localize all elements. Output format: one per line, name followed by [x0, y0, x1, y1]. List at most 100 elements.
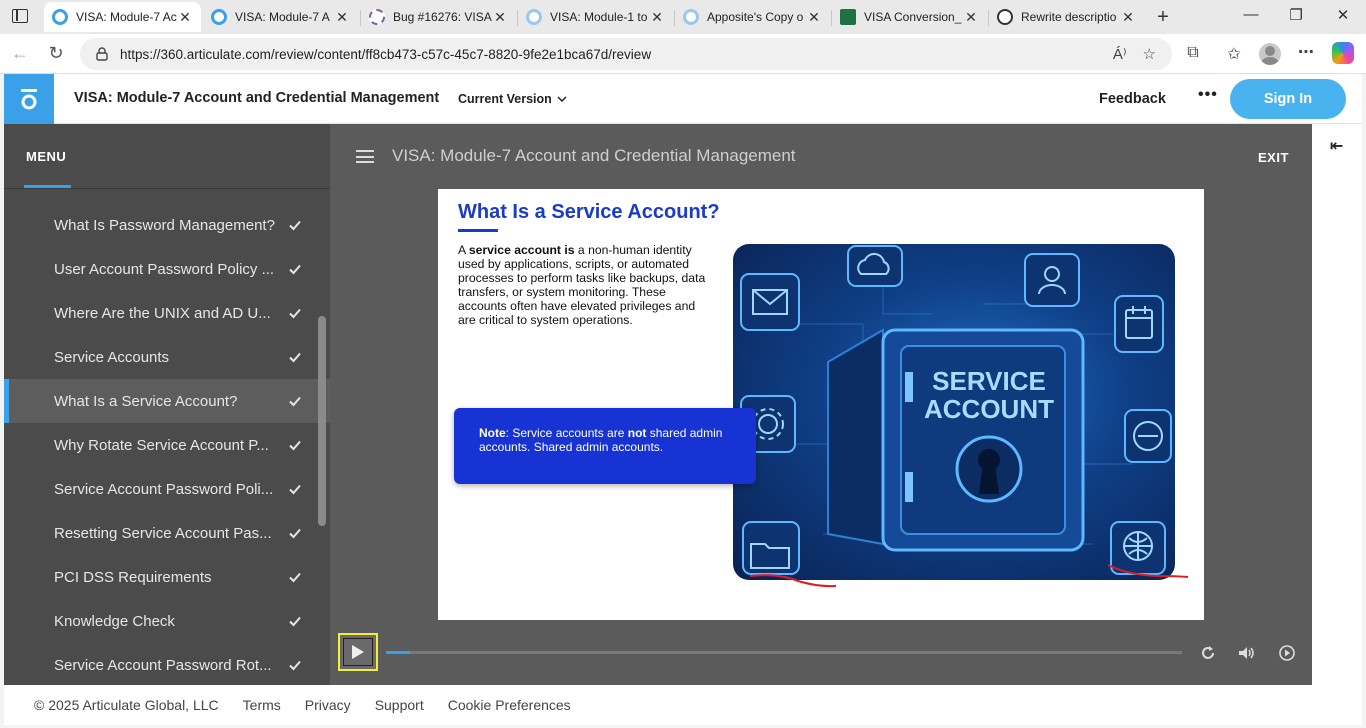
menu-item-label: PCI DSS Requirements	[54, 568, 212, 586]
copilot-icon[interactable]	[1332, 42, 1354, 64]
slide-canvas: What Is a Service Account? A service acc…	[438, 189, 1204, 620]
exit-button[interactable]: EXIT	[1258, 150, 1289, 165]
articulate-logo-icon[interactable]	[4, 74, 54, 124]
hamburger-icon[interactable]	[356, 150, 374, 163]
copyright-text: © 2025 Articulate Global, LLC	[34, 697, 219, 713]
expand-panel-icon[interactable]: ⇤	[1330, 136, 1343, 156]
read-aloud-icon[interactable]: Á⁾	[1113, 45, 1127, 63]
menu-item[interactable]: Resetting Service Account Pas...	[4, 511, 330, 555]
comments-panel-collapsed: ⇤	[1312, 124, 1362, 685]
completed-check-icon	[289, 572, 301, 583]
chevron-down-icon	[557, 96, 567, 102]
close-tab-icon[interactable]: ✕	[963, 9, 979, 26]
close-tab-icon[interactable]: ✕	[806, 9, 822, 26]
footer-link-support[interactable]: Support	[375, 697, 424, 713]
completed-check-icon	[289, 660, 301, 671]
sign-in-button[interactable]: Sign In	[1230, 79, 1346, 119]
menu-header: MENU	[4, 124, 330, 189]
menu-item[interactable]: Why Rotate Service Account P...	[4, 423, 330, 467]
tab-title: Bug #16276: VISA	[393, 10, 492, 24]
menu-item-label: Resetting Service Account Pas...	[54, 524, 272, 542]
menu-item[interactable]: Service Accounts	[4, 335, 330, 379]
completed-check-icon	[289, 440, 301, 451]
menu-item[interactable]: PCI DSS Requirements	[4, 555, 330, 599]
version-dropdown[interactable]: Current Version	[458, 92, 567, 106]
feedback-button[interactable]: Feedback	[1099, 91, 1166, 107]
menu-item[interactable]: User Account Password Policy ...	[4, 247, 330, 291]
menu-item-label: Service Account Password Rot...	[54, 656, 272, 674]
url-text: https://360.articulate.com/review/conten…	[120, 46, 652, 62]
more-options-icon[interactable]: ⋯	[1295, 42, 1317, 62]
browser-tab-5[interactable]: Apposite's Copy o ✕	[675, 2, 830, 32]
seek-bar[interactable]	[386, 651, 1182, 654]
more-menu-button[interactable]: •••	[1198, 86, 1218, 104]
tab-title: Rewrite descriptio	[1021, 10, 1117, 24]
version-label: Current Version	[458, 92, 552, 106]
footer-link-privacy[interactable]: Privacy	[305, 697, 351, 713]
completed-check-icon	[289, 220, 301, 231]
completed-check-icon	[289, 264, 301, 275]
page-footer: © 2025 Articulate Global, LLC Terms Priv…	[4, 685, 1362, 725]
excel-favicon-icon	[840, 9, 856, 25]
replay-icon[interactable]	[1199, 644, 1217, 662]
completed-check-icon	[289, 616, 301, 627]
address-bar: ← ↻ https://360.articulate.com/review/co…	[0, 34, 1366, 74]
completed-check-icon	[289, 528, 301, 539]
minimize-icon[interactable]: —	[1241, 6, 1261, 23]
tab-actions-icon[interactable]	[12, 9, 28, 23]
new-tab-icon[interactable]: +	[1153, 6, 1173, 29]
articulate-favicon-icon	[526, 9, 542, 25]
close-tab-icon[interactable]: ✕	[334, 9, 350, 26]
url-field[interactable]: https://360.articulate.com/review/conten…	[80, 38, 1172, 70]
loading-favicon-icon	[369, 9, 385, 25]
favorite-star-icon[interactable]: ☆	[1143, 45, 1156, 63]
browser-tab-3[interactable]: Bug #16276: VISA ✕	[361, 2, 516, 32]
play-button[interactable]	[338, 633, 378, 671]
course-player: MENU What Is Password Management? User Ac…	[4, 124, 1312, 685]
tab-title: VISA: Module-7 A	[235, 10, 330, 24]
profile-avatar[interactable]	[1259, 43, 1281, 65]
menu-scrollbar[interactable]	[318, 316, 326, 526]
menu-item[interactable]: What Is a Service Account?	[4, 379, 330, 423]
restore-icon[interactable]: ❐	[1286, 6, 1306, 24]
site-info-icon[interactable]	[94, 46, 110, 62]
menu-list: What Is Password Management? User Account…	[4, 203, 330, 687]
browser-tab-2[interactable]: VISA: Module-7 A ✕	[203, 2, 358, 32]
browser-tab-1[interactable]: VISA: Module-7 Ac ✕	[44, 2, 201, 32]
back-icon[interactable]: ←	[9, 43, 31, 64]
close-tab-icon[interactable]: ✕	[492, 9, 508, 26]
completed-check-icon	[289, 484, 301, 495]
browser-tab-6[interactable]: VISA Conversion_ ✕	[832, 2, 987, 32]
menu-item[interactable]: Knowledge Check	[4, 599, 330, 643]
completed-check-icon	[289, 352, 301, 363]
playback-settings-icon[interactable]	[1278, 644, 1296, 662]
chatgpt-favicon-icon	[997, 9, 1013, 25]
refresh-icon[interactable]: ↻	[45, 43, 67, 64]
footer-link-terms[interactable]: Terms	[243, 697, 281, 713]
menu-item[interactable]: What Is Password Management?	[4, 203, 330, 247]
play-icon	[352, 645, 364, 659]
browser-tab-7[interactable]: Rewrite descriptio ✕	[989, 2, 1144, 32]
course-title: VISA: Module-7 Account and Credential Ma…	[392, 146, 796, 165]
menu-item-label: Service Accounts	[54, 348, 170, 366]
tab-title: Apposite's Copy o	[707, 10, 804, 24]
menu-tab[interactable]: MENU	[26, 149, 66, 164]
footer-link-cookie-preferences[interactable]: Cookie Preferences	[448, 697, 571, 713]
menu-item-label: Knowledge Check	[54, 612, 175, 630]
close-tab-icon[interactable]: ✕	[177, 9, 193, 26]
menu-tab-indicator	[24, 185, 71, 188]
close-window-icon[interactable]: ✕	[1333, 6, 1353, 24]
close-tab-icon[interactable]: ✕	[1120, 9, 1136, 26]
volume-icon[interactable]	[1237, 644, 1255, 662]
extensions-icon[interactable]: ⧉	[1182, 44, 1204, 62]
close-tab-icon[interactable]: ✕	[649, 9, 665, 26]
menu-item[interactable]: Service Account Password Poli...	[4, 467, 330, 511]
menu-item-label: Service Account Password Poli...	[54, 480, 274, 498]
menu-item[interactable]: Where Are the UNIX and AD U...	[4, 291, 330, 335]
favorites-icon[interactable]: ✩	[1223, 44, 1245, 64]
articulate-favicon-icon	[683, 9, 699, 25]
review-header: VISA: Module-7 Account and Credential Ma…	[4, 74, 1362, 124]
browser-tab-4[interactable]: VISA: Module-1 to ✕	[518, 2, 673, 32]
menu-item-label: What Is a Service Account?	[54, 392, 238, 410]
menu-item[interactable]: Service Account Password Rot...	[4, 643, 330, 687]
